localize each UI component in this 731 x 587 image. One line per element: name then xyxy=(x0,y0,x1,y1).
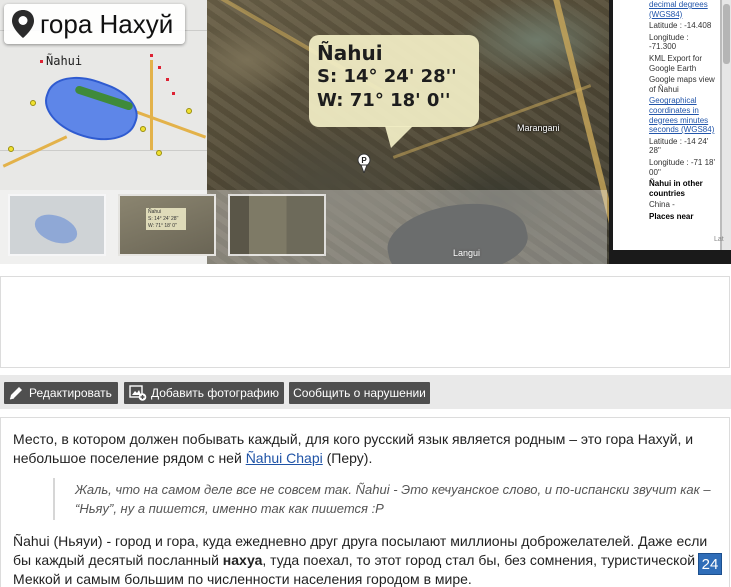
place-marker-icon[interactable]: P xyxy=(357,153,371,173)
ad-placeholder xyxy=(0,276,730,368)
thumb-card-line: Ñahui xyxy=(148,209,162,215)
thumb-lake xyxy=(30,209,82,249)
report-button[interactable]: Сообщить о нарушении xyxy=(289,382,430,404)
lat-value: 14° 24' 28'' xyxy=(343,66,457,87)
nahui-chapi-link[interactable]: Ñahui Chapi xyxy=(246,450,323,466)
lon-label: W: xyxy=(317,90,344,111)
thumb-callout: Ñahui S: 14° 24' 28'' W: 71° 18' 0'' xyxy=(146,208,186,230)
thumb-card-line: S: 14° 24' 28'' xyxy=(148,216,179,222)
map-town-dot xyxy=(8,146,14,152)
decimal-longitude: Longitude : -71.300 xyxy=(649,32,689,52)
decimal-latitude: Latitude : -14.408 xyxy=(649,21,712,31)
map-place-label: Ñahui xyxy=(46,54,83,68)
dms-latitude: Latitude : -14 24' 28'' xyxy=(649,136,709,156)
page-title: гора Нахуй xyxy=(40,8,174,39)
callout-tail xyxy=(385,126,413,148)
places-near-heading: Places near xyxy=(649,211,694,221)
map-road xyxy=(150,60,153,150)
article-paragraph-2: Ñahui (Ньяуи) - город и гора, куда ежедн… xyxy=(13,532,713,587)
decimal-degrees-link[interactable]: decimal degrees (WGS84) xyxy=(649,0,716,19)
article-quote: Жаль, что на самом деле все не совсем та… xyxy=(53,478,713,520)
add-photo-button[interactable]: Добавить фотографию xyxy=(124,382,284,404)
other-countries-heading: Ñahui in other countries xyxy=(649,179,703,198)
thumbnail-terrain[interactable] xyxy=(228,194,326,256)
article-paragraph-1: Место, в котором должен побывать каждый,… xyxy=(13,430,713,468)
info-side-content: decimal degrees (WGS84) Latitude : -14.4… xyxy=(613,0,721,250)
paragraph-text: (Перу). xyxy=(322,450,373,466)
side-panel-scrollbar[interactable] xyxy=(721,0,731,250)
edit-button[interactable]: Редактировать xyxy=(4,382,118,404)
callout-longitude: W: 71° 18' 0'' xyxy=(317,89,471,113)
place-label-marangani: Marangani xyxy=(517,123,560,133)
thumbnail-satellite[interactable]: Ñahui S: 14° 24' 28'' W: 71° 18' 0'' xyxy=(118,194,216,256)
map-town-dot xyxy=(30,100,36,106)
lat-label: S: xyxy=(317,66,338,87)
report-button-label: Сообщить о нарушении xyxy=(293,386,426,400)
photo-thumbnails: Ñahui S: 14° 24' 28'' W: 71° 18' 0'' xyxy=(0,190,607,264)
dms-coordinates-link[interactable]: Geographical coordinates in degrees minu… xyxy=(649,96,716,134)
map-town-dot xyxy=(140,126,146,132)
map-road xyxy=(129,108,207,139)
map-marker-dot xyxy=(166,78,169,81)
thumbnail-map[interactable] xyxy=(8,194,106,256)
place-title-badge: гора Нахуй xyxy=(4,4,186,44)
scrollbar-thumb[interactable] xyxy=(723,4,730,64)
map-pin-icon xyxy=(12,10,34,38)
callout-place-name: Ñahui xyxy=(317,41,383,65)
map-marker-dot xyxy=(172,92,175,95)
side-corner-label: Lat xyxy=(714,236,724,243)
other-countries-line[interactable]: China - xyxy=(649,200,716,210)
google-maps-link[interactable]: Google maps view of Ñahui xyxy=(649,75,716,94)
callout-latitude: S: 14° 24' 28'' xyxy=(317,65,471,89)
info-side-panel: decimal degrees (WGS84) Latitude : -14.4… xyxy=(609,0,731,264)
edit-icon xyxy=(9,387,22,400)
bold-term: нахуа xyxy=(222,552,263,568)
counter-badge[interactable]: 24 xyxy=(698,553,722,575)
article-body: Место, в котором должен побывать каждый,… xyxy=(0,417,730,587)
action-toolbar: Редактировать Добавить фотографию Сообщи… xyxy=(0,375,731,409)
coordinates-callout: Ñahui S: 14° 24' 28'' W: 71° 18' 0'' xyxy=(309,35,479,127)
dms-longitude: Longitude : -71 18' 00'' xyxy=(649,157,716,177)
map-marker-dot xyxy=(158,66,161,69)
location-hero: Ñahui Ñahui S: 14° 24' 28'' W: 71° 18' 0… xyxy=(0,0,731,264)
kml-export-link[interactable]: KML Export for Google Earth xyxy=(649,54,716,73)
add-photo-icon xyxy=(129,385,147,401)
map-town-dot xyxy=(156,150,162,156)
svg-text:P: P xyxy=(361,156,367,165)
edit-button-label: Редактировать xyxy=(29,386,112,400)
add-photo-button-label: Добавить фотографию xyxy=(151,386,279,400)
map-town-dot xyxy=(186,108,192,114)
lon-value: 71° 18' 0'' xyxy=(349,90,451,111)
thumb-card-line: W: 71° 18' 0'' xyxy=(148,223,177,229)
map-marker-dot xyxy=(150,54,153,57)
map-marker-dot xyxy=(40,60,43,63)
